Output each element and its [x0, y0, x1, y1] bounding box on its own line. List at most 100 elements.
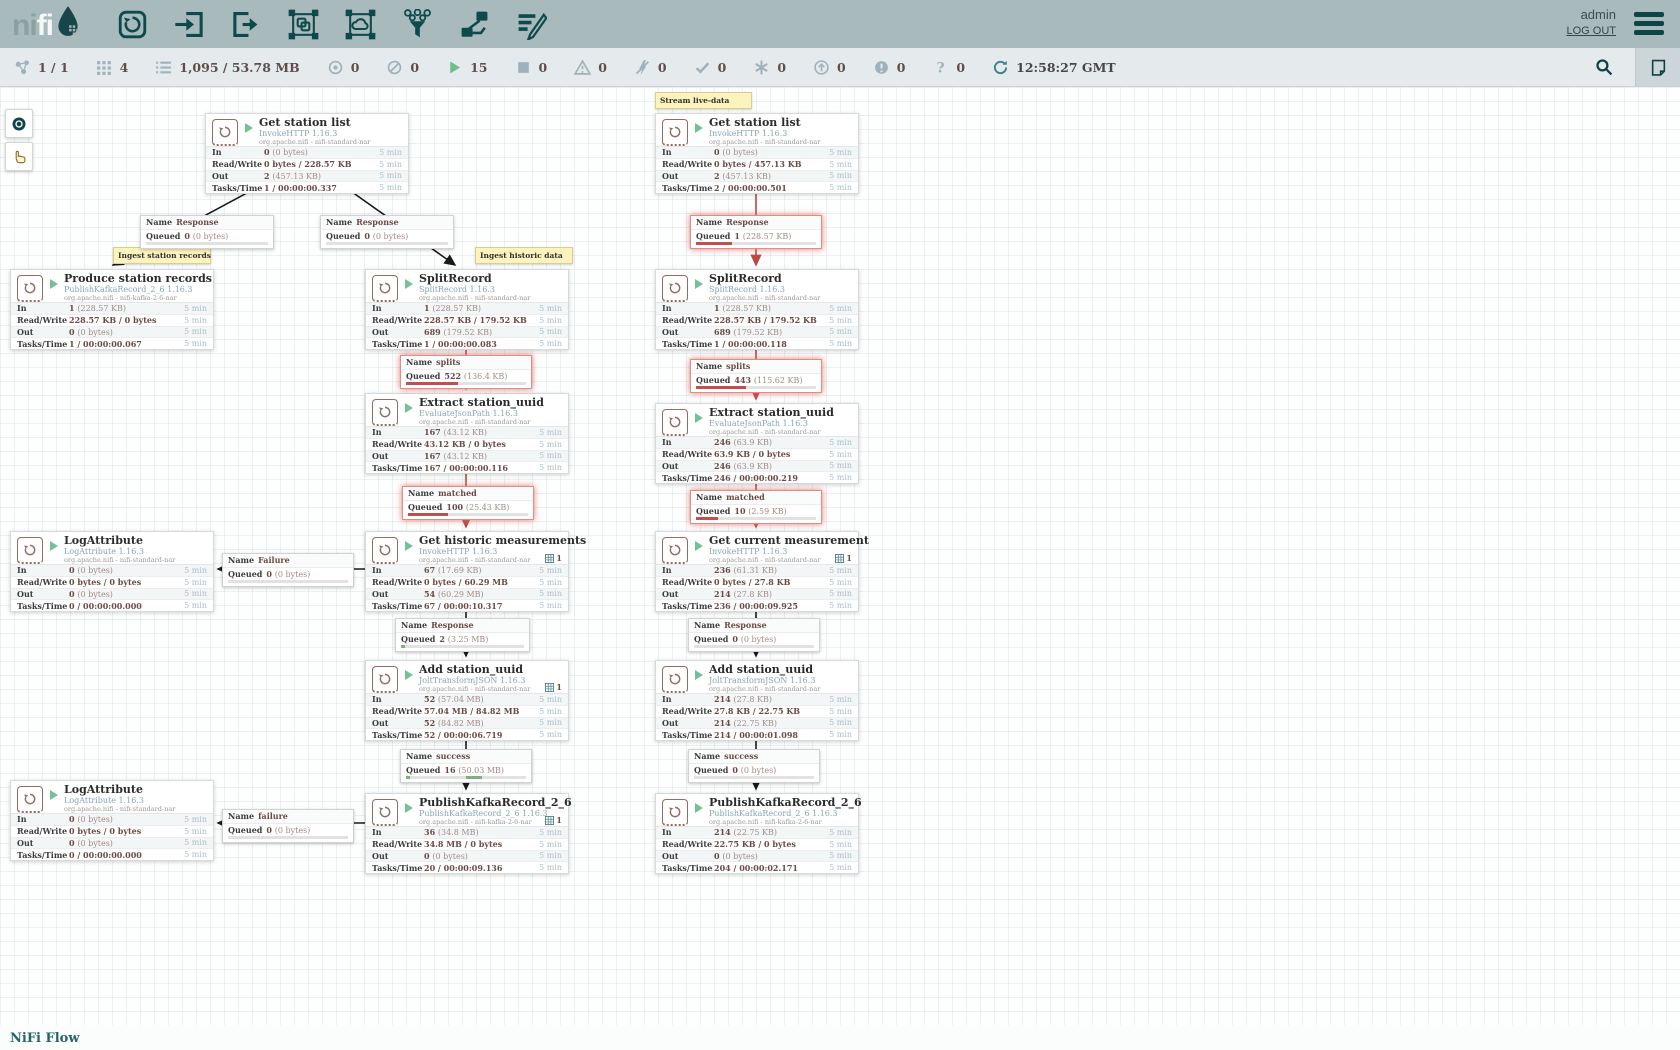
stat-window: 5 min	[824, 718, 852, 727]
connection-name-row: Namematched	[691, 491, 821, 505]
stat-window: 5 min	[179, 827, 207, 836]
status-item: 0	[694, 59, 727, 76]
stat-row: Out246 (63.9 KB)5 min	[656, 460, 858, 472]
processor[interactable]: SplitRecordSplitRecord 1.16.3org.apache.…	[365, 269, 569, 350]
search-icon[interactable]	[1584, 48, 1624, 86]
processor-name: Add station_uuid	[709, 664, 858, 676]
birdseye-icon[interactable]	[5, 109, 33, 138]
label-icon[interactable]	[510, 3, 552, 45]
stat-value: 246 (63.9 KB)	[714, 461, 824, 471]
processor-icon[interactable]	[111, 3, 153, 45]
stat-window: 5 min	[824, 840, 852, 849]
breadcrumb[interactable]: NiFi Flow	[10, 1031, 80, 1046]
connection-label[interactable]: NamefailureQueued0 (0 bytes)	[222, 809, 354, 843]
processor[interactable]: Add station_uuidJoltTransformJSON 1.16.3…	[365, 660, 569, 741]
stat-value: 67 / 00:00:10.317	[424, 601, 534, 611]
processor[interactable]: LogAttributeLogAttribute 1.16.3org.apach…	[10, 780, 214, 861]
stat-label: Tasks/Time	[372, 463, 424, 473]
connection-label[interactable]: NamematchedQueued10 (2.59 KB)	[690, 490, 822, 524]
connection-label[interactable]: NameResponseQueued0 (0 bytes)	[140, 215, 274, 249]
processor[interactable]: LogAttributeLogAttribute 1.16.3org.apach…	[10, 531, 214, 612]
backpressure-bar	[228, 836, 348, 839]
stat-label: Read/Write	[17, 826, 69, 836]
connection-label[interactable]: NamesplitsQueued522 (136.4 KB)	[400, 355, 532, 389]
global-menu-icon[interactable]	[1634, 12, 1664, 39]
connection-label[interactable]: NamesuccessQueued0 (0 bytes)	[688, 749, 820, 783]
template-icon[interactable]	[453, 3, 495, 45]
stat-label: In	[372, 827, 424, 837]
refresh-icon[interactable]	[992, 59, 1009, 76]
logo-text-fi: fi	[37, 9, 53, 43]
remote-process-group-icon[interactable]	[339, 3, 381, 45]
processor[interactable]: Get historic measurementsInvokeHTTP 1.16…	[365, 531, 569, 612]
process-group-icon[interactable]	[282, 3, 324, 45]
stat-value: 228.57 KB / 179.52 KB	[424, 315, 534, 325]
running-status-icon	[405, 541, 413, 551]
status-count: 0	[658, 60, 667, 75]
status-item: 0	[753, 59, 786, 76]
processor-name: PublishKafkaRecord_2_6	[709, 797, 858, 809]
output-port-icon[interactable]	[225, 3, 267, 45]
connection-name-row: Namefailure	[223, 810, 353, 824]
processor[interactable]: Produce station recordsPublishKafkaRecor…	[10, 269, 214, 350]
stat-label: In	[17, 814, 69, 824]
processor-header: LogAttributeLogAttribute 1.16.3org.apach…	[11, 532, 213, 564]
connection-label[interactable]: NameResponseQueued0 (0 bytes)	[688, 618, 820, 652]
stat-value: 689 (179.52 KB)	[714, 327, 824, 337]
stat-value: 67 (17.69 KB)	[424, 565, 534, 575]
status-count: 0	[837, 60, 846, 75]
processor[interactable]: Add station_uuidJoltTransformJSON 1.16.3…	[655, 660, 859, 741]
processor-stats: In214 (22.75 KB)5 minRead/Write22.75 KB …	[656, 826, 858, 873]
backpressure-bar	[326, 242, 448, 245]
logout-link[interactable]: LOG OUT	[1566, 23, 1616, 39]
canvas-label[interactable]: Ingest historic data	[475, 247, 573, 264]
processor[interactable]: Get station listInvokeHTTP 1.16.3org.apa…	[205, 113, 409, 194]
connection-label[interactable]: NameResponseQueued0 (0 bytes)	[320, 215, 454, 249]
canvas-label[interactable]: Stream live-data	[655, 92, 752, 109]
hand-icon[interactable]	[5, 142, 33, 171]
stat-value: 1 (228.57 KB)	[69, 303, 179, 313]
funnel-icon[interactable]	[396, 3, 438, 45]
connection-label[interactable]: NameFailureQueued0 (0 bytes)	[222, 553, 354, 587]
processor-stats: In1 (228.57 KB)5 minRead/Write228.57 KB …	[366, 302, 568, 349]
queued-label: Queued	[696, 231, 730, 241]
active-thread-count-value: 1	[556, 682, 562, 692]
stat-row: In236 (61.31 KB)5 min	[656, 565, 858, 576]
processor-stats: In246 (63.9 KB)5 minRead/Write63.9 KB / …	[656, 436, 858, 483]
processor-type: SplitRecord 1.16.3	[419, 285, 568, 294]
processor[interactable]: SplitRecordSplitRecord 1.16.3org.apache.…	[655, 269, 859, 350]
threads-badge-icon	[835, 554, 844, 563]
connection-label[interactable]: NamesuccessQueued16 (50.03 MB)	[400, 749, 532, 783]
processor[interactable]: PublishKafkaRecord_2_6PublishKafkaRecord…	[365, 793, 569, 874]
stat-window: 5 min	[534, 863, 562, 872]
stat-row: Tasks/Time214 / 00:00:01.0985 min	[656, 728, 858, 740]
stat-value: 214 / 00:00:01.098	[714, 730, 824, 740]
stat-label: Read/Write	[662, 839, 714, 849]
connection-queued-row: Queued10 (2.59 KB)	[691, 505, 821, 518]
stat-row: Tasks/Time52 / 00:00:06.7195 min	[366, 728, 568, 740]
connection-label[interactable]: NameResponseQueued2 (3.25 MB)	[395, 618, 530, 652]
stat-value: 0 (0 bytes)	[264, 147, 374, 157]
stat-value: 52 (57.04 MB)	[424, 694, 534, 704]
processor[interactable]: PublishKafkaRecord_2_6PublishKafkaRecord…	[655, 793, 859, 874]
connection-label[interactable]: NamematchedQueued100 (25.43 KB)	[402, 486, 534, 520]
processor-type-icon	[372, 537, 398, 564]
flow-canvas[interactable]: NiFi Flow Stream live-data Ingest station…	[0, 87, 1680, 1050]
stat-label: In	[372, 427, 424, 437]
processor-type-icon	[17, 537, 43, 564]
connection-label[interactable]: NameResponseQueued1 (228.57 KB)	[690, 215, 822, 249]
processor[interactable]: Get current measurementInvokeHTTP 1.16.3…	[655, 531, 859, 612]
processor-header: Add station_uuidJoltTransformJSON 1.16.3…	[366, 661, 568, 693]
status-item: 0	[515, 59, 548, 76]
stat-row: In214 (27.8 KB)5 min	[656, 694, 858, 705]
processor[interactable]: Extract station_uuidEvaluateJsonPath 1.1…	[365, 393, 569, 474]
stat-row: Tasks/Time20 / 00:00:09.1365 min	[366, 861, 568, 873]
connection-label[interactable]: NamesplitsQueued443 (115.62 KB)	[690, 359, 822, 393]
processor[interactable]: Extract station_uuidEvaluateJsonPath 1.1…	[655, 403, 859, 484]
canvas-label[interactable]: Ingest station records	[113, 247, 211, 264]
input-port-icon[interactable]	[168, 3, 210, 45]
processor[interactable]: Get station listInvokeHTTP 1.16.3org.apa…	[655, 113, 859, 194]
processor-bundle: org.apache.nifi - nifi-kafka-2-6-nar	[709, 818, 858, 826]
status-item: 0	[873, 59, 906, 76]
birdseye-panel-toggle[interactable]	[1635, 48, 1680, 86]
